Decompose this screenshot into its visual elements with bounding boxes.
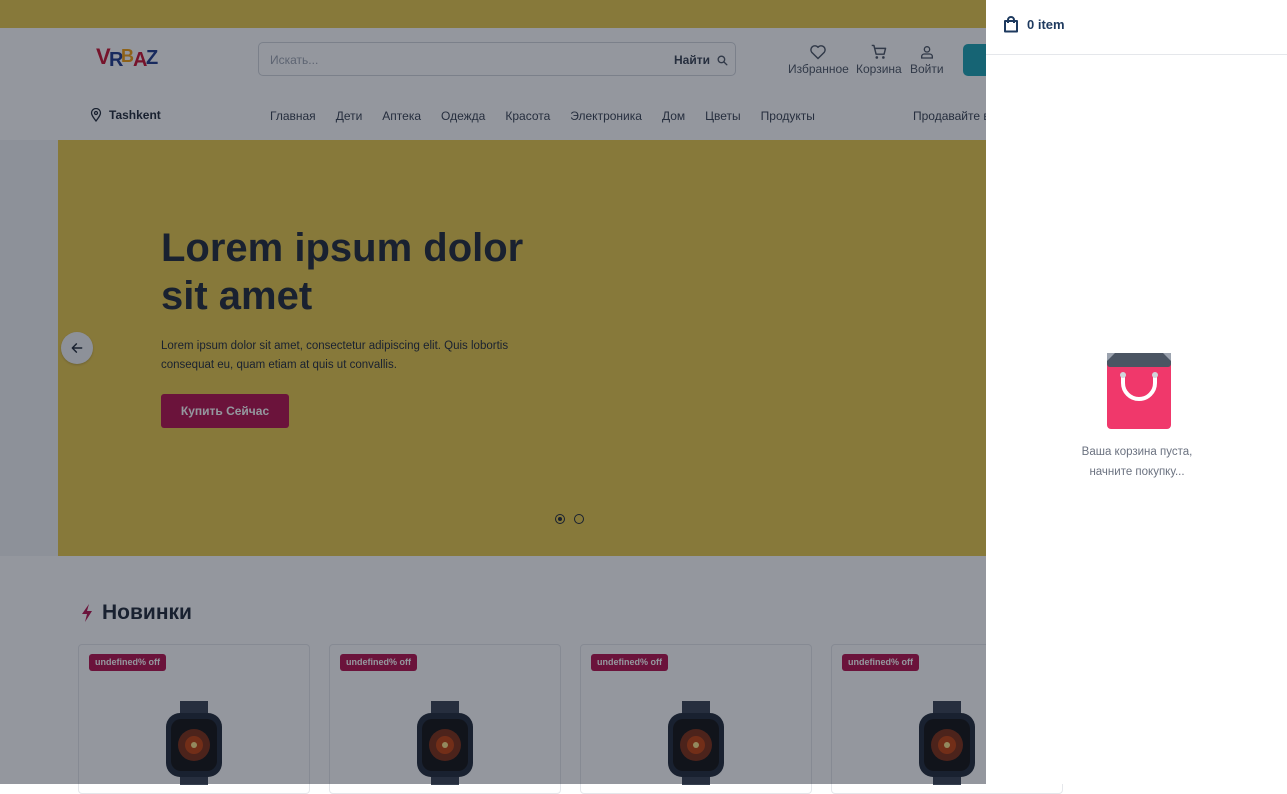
- empty-cart-message: Ваша корзина пуста, начните покупку...: [986, 442, 1287, 482]
- empty-cart-line-1: Ваша корзина пуста,: [1081, 446, 1193, 458]
- empty-bag-illustration: [1107, 353, 1171, 429]
- cart-drawer: 0 item Ваша корзина пуста, начните покуп…: [986, 0, 1287, 784]
- shopping-bag-icon: [1004, 16, 1018, 33]
- cart-count-label: 0 item: [1027, 17, 1065, 32]
- cart-drawer-header: 0 item: [986, 0, 1287, 55]
- cart-count: 0 item: [1003, 16, 1065, 33]
- empty-cart-line-2: начните покупку...: [1089, 466, 1185, 478]
